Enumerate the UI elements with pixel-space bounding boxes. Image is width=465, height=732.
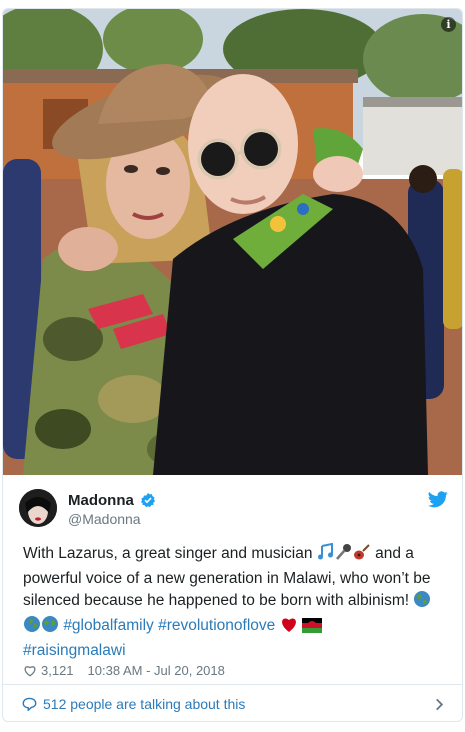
red-heart-emoji-icon bbox=[280, 617, 298, 640]
globe-emoji-icon bbox=[23, 615, 41, 640]
conversation-link[interactable]: 512 people are talking about this bbox=[3, 685, 462, 721]
globe-emoji-icon bbox=[41, 615, 59, 640]
tweet-photo[interactable]: i bbox=[3, 9, 462, 475]
speech-bubble-icon bbox=[22, 697, 37, 711]
malawi-flag-emoji-icon bbox=[301, 618, 322, 640]
heart-icon[interactable] bbox=[23, 664, 37, 677]
user-handle[interactable]: @Madonna bbox=[68, 511, 141, 527]
hashtag-link[interactable]: #globalfamily bbox=[63, 617, 153, 634]
people-talking-link[interactable]: 512 people are talking about this bbox=[43, 696, 245, 712]
embedded-tweet-card: i Madonna @Madonna With Lazarus, a great… bbox=[2, 8, 463, 722]
like-count[interactable]: 3,121 bbox=[41, 663, 74, 678]
tweet-header: Madonna @Madonna bbox=[19, 487, 448, 531]
tweet-text: With Lazarus, a great singer and musicia… bbox=[23, 542, 445, 662]
avatar-image bbox=[19, 489, 57, 527]
info-icon[interactable]: i bbox=[441, 17, 456, 32]
twitter-bird-icon[interactable] bbox=[428, 491, 448, 508]
verified-badge-icon bbox=[140, 493, 155, 508]
hashtag-link[interactable]: #revolutionoflove bbox=[158, 617, 275, 634]
chevron-right-icon[interactable] bbox=[435, 698, 444, 711]
microphone-emoji-icon bbox=[335, 543, 353, 568]
tweet-text-part-1: With Lazarus, a great singer and musicia… bbox=[23, 545, 317, 562]
tweet-timestamp[interactable]: 10:38 AM - Jul 20, 2018 bbox=[88, 663, 225, 678]
tweet-meta: 3,121 10:38 AM - Jul 20, 2018 bbox=[23, 661, 225, 679]
guitar-emoji-icon bbox=[353, 543, 371, 568]
photo-illustration bbox=[3, 9, 462, 475]
hashtag-link[interactable]: #raisingmalawi bbox=[23, 642, 126, 659]
globe-emoji-icon bbox=[413, 590, 431, 615]
display-name[interactable]: Madonna bbox=[68, 492, 134, 509]
musical-notes-emoji-icon bbox=[317, 542, 335, 568]
avatar[interactable] bbox=[19, 489, 57, 527]
